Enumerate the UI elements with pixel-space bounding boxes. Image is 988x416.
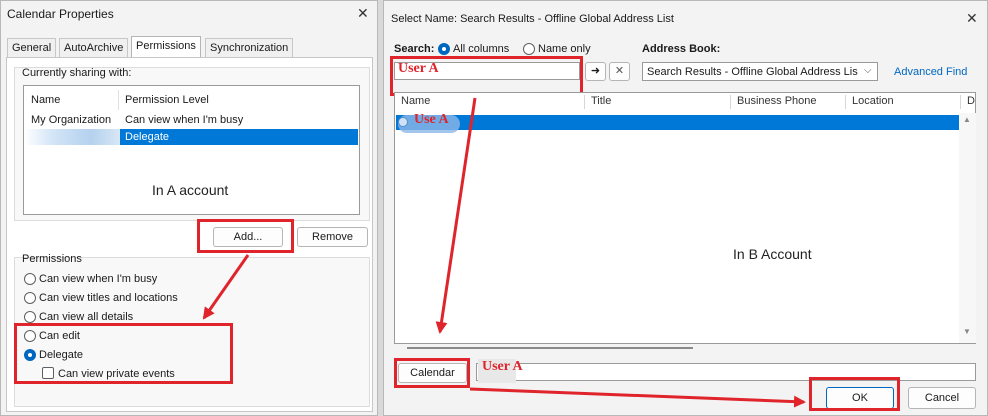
option-can-view-busy[interactable]: Can view when I'm busy	[39, 273, 157, 285]
column-divider	[118, 90, 119, 110]
horizontal-scrollbar[interactable]	[407, 347, 693, 349]
table-row-name[interactable]: My Organization	[31, 114, 111, 126]
search-label: Search:	[394, 43, 435, 55]
tab-general[interactable]: General	[7, 38, 57, 58]
annotation-highlight-search	[390, 56, 583, 96]
radio-can-view-busy[interactable]	[24, 273, 36, 285]
column-header-d[interactable]: D	[961, 95, 977, 109]
annotation-highlight-ok	[809, 377, 900, 411]
calendar-value: User A	[482, 359, 523, 374]
dialog-title: Select Name: Search Results - Offline Gl…	[391, 13, 674, 25]
annotation-highlight-delegate	[14, 323, 233, 384]
option-can-view-details[interactable]: Can view all details	[39, 311, 133, 323]
list-item-selected[interactable]	[396, 115, 959, 130]
annotation-b-account: In B Account	[733, 246, 812, 262]
radio-can-view-titles[interactable]	[24, 292, 36, 304]
radio-can-view-details[interactable]	[24, 311, 36, 323]
calendar-input[interactable]	[476, 363, 976, 381]
close-icon[interactable]: ✕	[966, 10, 978, 27]
table-row-level[interactable]: Can view when I'm busy	[125, 114, 243, 126]
scroll-up-icon[interactable]: ▲	[963, 115, 971, 124]
column-header-name[interactable]: Name	[31, 94, 60, 106]
address-book-label: Address Book:	[642, 43, 721, 55]
annotation-highlight-calendar	[394, 358, 470, 388]
sharing-list[interactable]: Name Permission Level My Organization Ca…	[23, 85, 360, 215]
option-can-view-titles[interactable]: Can view titles and locations	[39, 292, 178, 304]
chevron-down-icon: ⌵	[864, 65, 872, 76]
scroll-down-icon[interactable]: ▼	[963, 327, 971, 336]
column-header-business-phone[interactable]: Business Phone	[731, 95, 846, 109]
tab-synchronization[interactable]: Synchronization	[205, 38, 294, 58]
result-name: Use A	[414, 112, 449, 127]
dialog-title: Calendar Properties	[7, 7, 114, 21]
permissions-label: Permissions	[22, 253, 82, 265]
radio-name-only[interactable]	[523, 43, 535, 55]
column-header-location[interactable]: Location	[846, 95, 961, 109]
clear-button[interactable]: ✕	[609, 62, 630, 81]
select-name-dialog: Select Name: Search Results - Offline Gl…	[383, 0, 988, 416]
column-header-title[interactable]: Title	[585, 95, 731, 109]
column-header-name[interactable]: Name	[395, 95, 585, 109]
results-list[interactable]: Name Title Business Phone Location D Use…	[394, 92, 977, 349]
go-button[interactable]: ➜	[585, 62, 606, 81]
close-icon: ✕	[614, 65, 625, 77]
all-columns-label[interactable]: All columns	[453, 43, 509, 55]
blurred-name	[24, 129, 120, 145]
contact-icon	[398, 117, 408, 127]
sharing-label: Currently sharing with:	[22, 67, 132, 79]
tab-permissions[interactable]: Permissions	[131, 36, 201, 58]
vertical-scrollbar[interactable]: ▲ ▼	[959, 113, 976, 343]
address-book-value: Search Results - Offline Global Address …	[647, 66, 858, 78]
annotation-highlight-add	[197, 219, 294, 253]
close-icon[interactable]: ✕	[357, 5, 369, 22]
cancel-button[interactable]: Cancel	[908, 387, 976, 409]
address-book-select[interactable]: Search Results - Offline Global Address …	[642, 62, 878, 81]
radio-all-columns[interactable]	[438, 43, 450, 55]
tab-autoarchive[interactable]: AutoArchive	[59, 38, 129, 58]
advanced-find-link[interactable]: Advanced Find	[894, 66, 967, 78]
name-only-label[interactable]: Name only	[538, 43, 591, 55]
calendar-properties-dialog: Calendar Properties ✕ General AutoArchiv…	[0, 0, 378, 416]
column-header-permission[interactable]: Permission Level	[125, 94, 209, 106]
annotation-a-account: In A account	[152, 182, 229, 198]
remove-button[interactable]: Remove	[297, 227, 368, 247]
table-row-level-selected[interactable]: Delegate	[125, 131, 169, 143]
arrow-right-icon: ➜	[590, 65, 601, 77]
